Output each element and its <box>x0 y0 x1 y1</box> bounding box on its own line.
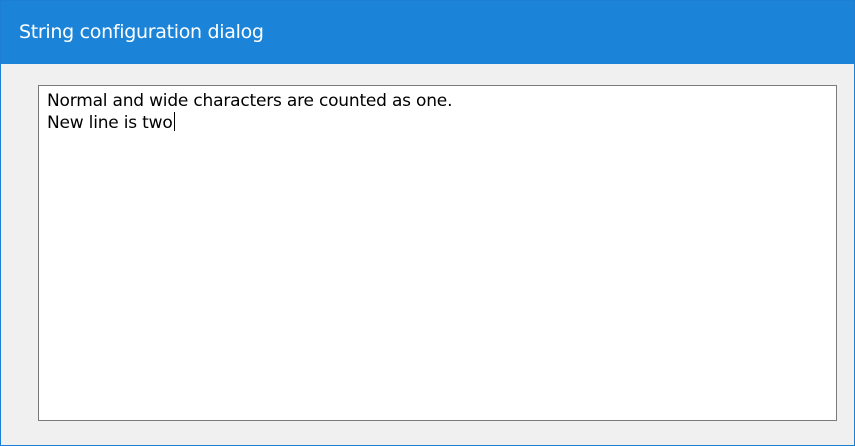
dialog-client-area: Normal and wide characters are counted a… <box>1 64 854 445</box>
text-line-1: Normal and wide characters are counted a… <box>47 91 453 111</box>
title-bar[interactable]: String configuration dialog <box>1 1 854 64</box>
dialog-window: String configuration dialog Normal and w… <box>0 0 855 446</box>
text-line-2-content: New line is two <box>47 113 173 133</box>
string-text-area[interactable]: Normal and wide characters are counted a… <box>38 85 837 421</box>
window-title: String configuration dialog <box>19 20 264 43</box>
text-line-2: New line is two <box>47 112 836 134</box>
text-caret <box>173 112 175 131</box>
